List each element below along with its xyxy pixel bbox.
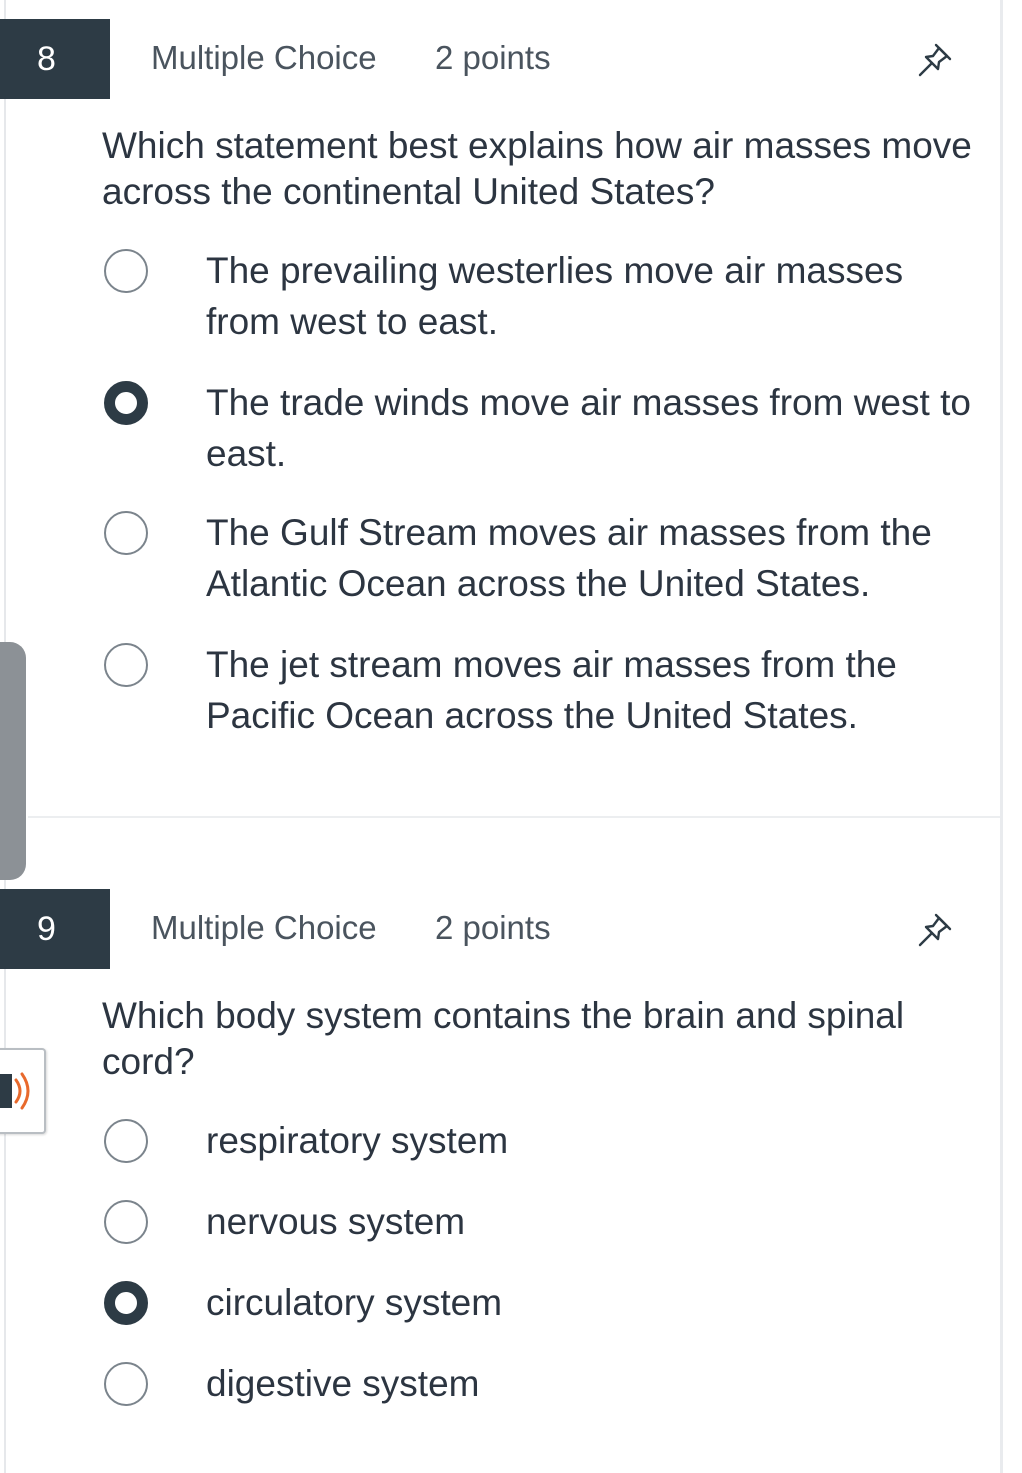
question-number-badge: 8	[0, 19, 110, 99]
question-8: 8 Multiple Choice 2 points Which stateme…	[0, 19, 1000, 809]
answer-option-label: The jet stream moves air masses from the…	[206, 644, 897, 736]
answer-option-label: circulatory system	[206, 1282, 503, 1323]
radio-button-selected[interactable]	[104, 1281, 148, 1325]
answer-option[interactable]: The trade winds move air masses from wes…	[100, 381, 980, 481]
answer-option-label: nervous system	[206, 1201, 466, 1242]
pushpin-icon[interactable]	[912, 907, 958, 953]
answer-option-label: respiratory system	[206, 1120, 509, 1161]
radio-button[interactable]	[104, 1119, 148, 1163]
answer-option[interactable]: The Gulf Stream moves air masses from th…	[100, 511, 980, 611]
question-points-label: 2 points	[435, 39, 551, 76]
question-header: 9 Multiple Choice 2 points	[0, 889, 1000, 969]
radio-button[interactable]	[104, 511, 148, 555]
answer-option-label: The prevailing westerlies move air masse…	[206, 250, 904, 342]
answer-option[interactable]: digestive system	[100, 1362, 980, 1412]
question-points-label: 2 points	[435, 909, 551, 946]
side-nav-handle[interactable]	[0, 642, 26, 880]
answer-option-label: The trade winds move air masses from wes…	[206, 382, 971, 474]
question-text: Which statement best explains how air ma…	[102, 125, 972, 212]
speaker-icon	[0, 1072, 30, 1110]
radio-button[interactable]	[104, 1200, 148, 1244]
question-9: 9 Multiple Choice 2 points Which body sy…	[0, 889, 1000, 1449]
answer-option[interactable]: nervous system	[100, 1200, 980, 1250]
answer-option[interactable]: circulatory system	[100, 1281, 980, 1331]
answer-option-label: digestive system	[206, 1363, 480, 1404]
right-gutter	[1003, 0, 1022, 1473]
quiz-page: 8 Multiple Choice 2 points Which stateme…	[0, 0, 1022, 1473]
radio-button[interactable]	[104, 249, 148, 293]
answer-option[interactable]: respiratory system	[100, 1119, 980, 1169]
question-text: Which body system contains the brain and…	[102, 995, 905, 1082]
question-divider	[28, 816, 1000, 818]
question-type-label: Multiple Choice	[151, 39, 377, 76]
radio-button[interactable]	[104, 1362, 148, 1406]
answer-option[interactable]: The prevailing westerlies move air masse…	[100, 249, 980, 349]
pushpin-icon[interactable]	[912, 37, 958, 83]
question-header: 8 Multiple Choice 2 points	[0, 19, 1000, 99]
question-number-badge: 9	[0, 889, 110, 969]
radio-button[interactable]	[104, 643, 148, 687]
answer-option-label: The Gulf Stream moves air masses from th…	[206, 512, 932, 604]
answer-option[interactable]: The jet stream moves air masses from the…	[100, 643, 980, 743]
read-aloud-button[interactable]	[0, 1048, 46, 1134]
question-type-label: Multiple Choice	[151, 909, 377, 946]
radio-button-selected[interactable]	[104, 381, 148, 425]
